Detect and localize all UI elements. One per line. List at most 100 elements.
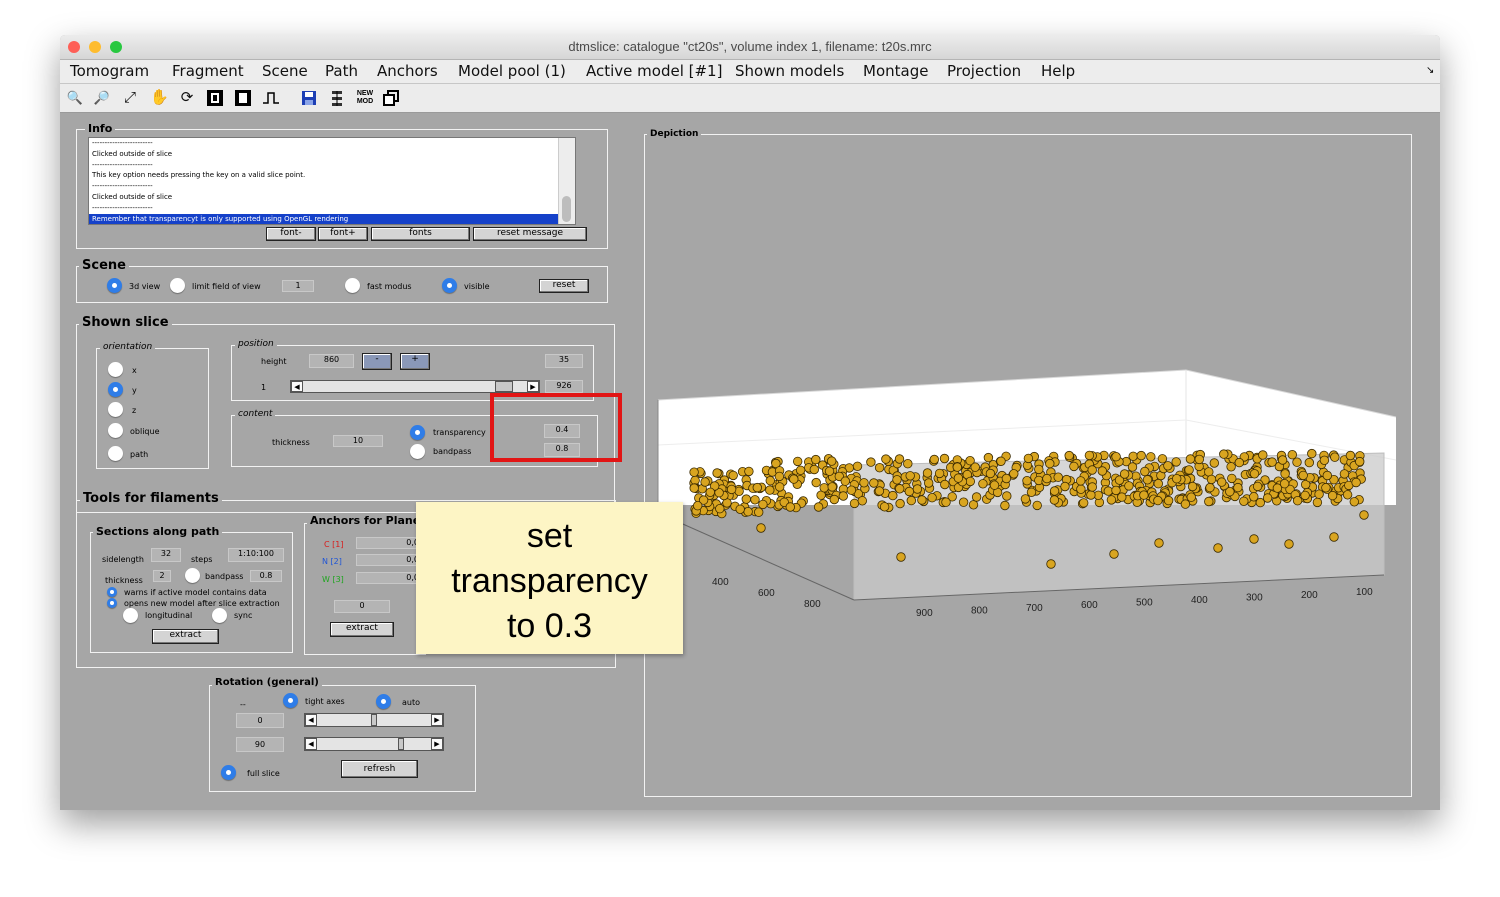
transparency-radio[interactable] [410, 425, 425, 440]
save-icon[interactable] [300, 89, 318, 107]
duplicate-icon[interactable] [382, 89, 400, 107]
particle-marker [1076, 476, 1086, 486]
menu-overflow-icon[interactable]: ↘ [1426, 65, 1434, 76]
pan-hand-icon[interactable]: ✋ [150, 89, 169, 107]
full-slice-radio[interactable] [221, 765, 236, 780]
menu-scene[interactable]: Scene [262, 62, 308, 80]
fonts-button[interactable]: fonts [371, 227, 470, 241]
anchor-n-field[interactable]: 0,0 [356, 554, 422, 566]
warn-radio[interactable] [107, 587, 117, 597]
slider-left-arrow[interactable]: ◀ [305, 738, 317, 750]
particle-marker [1226, 462, 1236, 472]
rotate-icon[interactable]: ⟳ [178, 89, 196, 107]
particle-marker [1142, 475, 1153, 485]
axis-ticks-left: 400 600 800 [712, 577, 821, 610]
particle-marker [1292, 495, 1303, 506]
slice-black-icon[interactable] [206, 89, 224, 107]
rotation-value1-field[interactable]: 0 [236, 713, 284, 728]
anchors-extract-button[interactable]: extract [330, 622, 394, 637]
particle-marker [774, 471, 785, 482]
position-slider-thumb[interactable] [494, 381, 513, 392]
menu-help[interactable]: Help [1041, 62, 1075, 80]
anchor-w-field[interactable]: 0,0 [356, 572, 422, 584]
fast-modus-radio[interactable] [345, 278, 360, 293]
particle-marker [1009, 469, 1019, 479]
orientation-z-label: z [132, 406, 137, 415]
orientation-z-radio[interactable] [108, 402, 123, 417]
opens-radio[interactable] [107, 598, 117, 608]
info-message-area[interactable]: ------------------------ Clicked outside… [88, 137, 576, 225]
depiction-3d-plot[interactable]: 400 600 800 900 800 700 600 500 400 300 200 100 [644, 335, 1410, 635]
particle-marker [1209, 458, 1220, 468]
sections-extract-button[interactable]: extract [152, 629, 219, 644]
steps-field[interactable]: 1:10:100 [228, 548, 284, 562]
section-bandpass-field[interactable]: 0.8 [250, 570, 282, 582]
particle-marker [792, 456, 803, 467]
particle-marker [705, 487, 716, 498]
slider-right-arrow[interactable]: ▶ [527, 381, 539, 392]
menu-tomogram[interactable]: Tomogram [70, 62, 149, 80]
menu-shown-models[interactable]: Shown models [735, 62, 844, 80]
menu-path[interactable]: Path [325, 62, 358, 80]
particle-marker [849, 498, 860, 509]
rotation-value2-field[interactable]: 90 [236, 737, 284, 752]
auto-radio[interactable] [376, 694, 391, 709]
bandpass-radio[interactable] [410, 444, 425, 459]
scene-reset-button[interactable]: reset [539, 279, 589, 293]
anchor-c-field[interactable]: 0,0 [356, 537, 422, 549]
sidelength-field[interactable]: 32 [151, 548, 181, 562]
orientation-path-radio[interactable] [108, 446, 123, 461]
new-model-icon[interactable]: NEW MOD [354, 90, 376, 106]
rotation-slider-1[interactable]: ◀ ▶ [304, 713, 444, 727]
anchor-plane-field[interactable]: 0 [334, 600, 390, 613]
stack-icon[interactable] [328, 89, 346, 107]
info-scroll-thumb[interactable] [562, 196, 571, 222]
orientation-x-radio[interactable] [108, 362, 123, 377]
orientation-x-label: x [132, 366, 137, 375]
section-bandpass-radio[interactable] [185, 568, 200, 583]
fit-icon[interactable]: ⤢ [121, 89, 139, 107]
slider-right-arrow[interactable]: ▶ [431, 738, 443, 750]
orientation-oblique-radio[interactable] [108, 423, 123, 438]
position-max-field[interactable]: 926 [545, 380, 583, 393]
menu-fragment[interactable]: Fragment [172, 62, 244, 80]
menu-model-pool[interactable]: Model pool (1) [458, 62, 566, 80]
fov-value-field[interactable]: 1 [282, 280, 314, 292]
menu-active-model[interactable]: Active model [#1] [586, 62, 722, 80]
view-3d-radio[interactable] [107, 278, 122, 293]
menu-projection[interactable]: Projection [947, 62, 1021, 80]
visible-radio[interactable] [442, 278, 457, 293]
menu-montage[interactable]: Montage [863, 62, 928, 80]
limit-fov-radio[interactable] [170, 278, 185, 293]
height-plus-button[interactable]: + [400, 353, 430, 370]
rotation-slider-1-thumb[interactable] [371, 714, 377, 726]
step-field[interactable]: 35 [545, 354, 583, 368]
thickness-field[interactable]: 10 [333, 435, 383, 447]
height-minus-button[interactable]: - [362, 353, 392, 370]
pulse-icon[interactable] [262, 89, 280, 107]
reset-message-button[interactable]: reset message [473, 227, 587, 241]
height-field[interactable]: 860 [309, 354, 354, 368]
rotation-slider-2-thumb[interactable] [398, 738, 404, 750]
slice-white-icon[interactable] [234, 89, 252, 107]
menu-anchors[interactable]: Anchors [377, 62, 438, 80]
sync-radio[interactable] [212, 608, 227, 623]
tight-axes-radio[interactable] [283, 693, 298, 708]
font-plus-button[interactable]: font+ [318, 227, 368, 241]
rotation-slider-2[interactable]: ◀ ▶ [304, 737, 444, 751]
particle-marker [905, 471, 915, 481]
zoom-in-icon[interactable]: 🔍 [66, 89, 84, 107]
orientation-y-radio[interactable] [108, 382, 123, 397]
info-scrollbar[interactable] [558, 138, 575, 224]
slider-left-arrow[interactable]: ◀ [305, 714, 317, 726]
position-slider[interactable]: ◀ ▶ [290, 380, 540, 393]
slider-right-arrow[interactable]: ▶ [431, 714, 443, 726]
refresh-button[interactable]: refresh [341, 760, 418, 778]
particle-marker [1046, 559, 1056, 569]
slider-left-arrow[interactable]: ◀ [291, 381, 303, 392]
longitudinal-radio[interactable] [123, 608, 138, 623]
font-minus-button[interactable]: font- [266, 227, 316, 241]
particle-marker [735, 504, 745, 515]
section-thickness-field[interactable]: 2 [153, 570, 171, 582]
zoom-out-icon[interactable]: 🔎 [93, 89, 111, 107]
